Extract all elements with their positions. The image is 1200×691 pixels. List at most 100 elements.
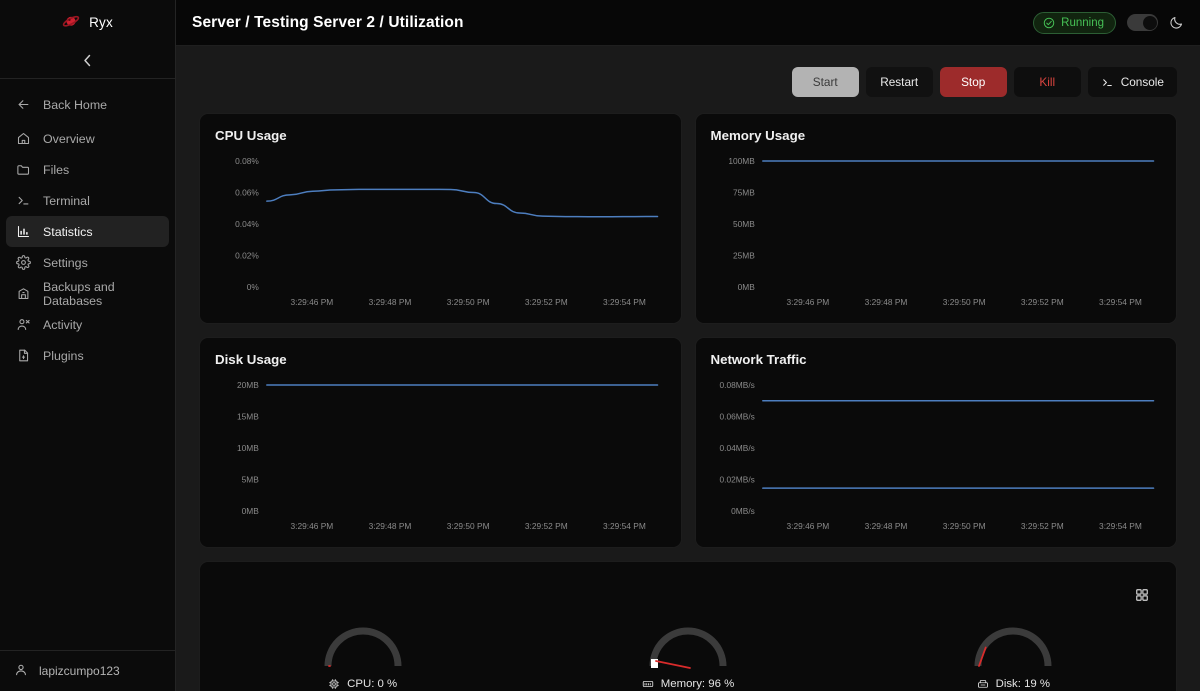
planet-icon	[62, 13, 80, 31]
bar-chart-icon	[16, 224, 31, 239]
sidebar-item-terminal[interactable]: Terminal	[6, 185, 169, 216]
sidebar-item-overview[interactable]: Overview	[6, 123, 169, 154]
sidebar-collapse-row	[0, 44, 175, 78]
svg-text:3:29:52 PM: 3:29:52 PM	[1020, 297, 1063, 307]
restart-button[interactable]: Restart	[865, 67, 933, 97]
gauge-label-row: Memory: 96 %	[642, 678, 734, 690]
plugin-icon	[16, 348, 31, 363]
stop-button[interactable]: Stop	[939, 67, 1007, 97]
gauge-dial	[974, 627, 1052, 667]
svg-text:3:29:50 PM: 3:29:50 PM	[942, 297, 985, 307]
button-label: Restart	[880, 75, 919, 89]
charts-grid: CPU Usage 0% 0.02% 0.04% 0.06% 0.08% 3:29:46 …	[199, 113, 1177, 548]
moon-icon[interactable]	[1169, 15, 1184, 30]
grid-icon[interactable]	[1135, 588, 1149, 602]
sidebar-item-label: Files	[43, 162, 70, 177]
user-activity-icon	[16, 317, 31, 332]
gauge-dial	[324, 627, 402, 667]
theme-toggle[interactable]	[1127, 14, 1158, 31]
terminal-icon	[1101, 76, 1114, 89]
kill-button[interactable]: Kill	[1013, 67, 1081, 97]
chart-network-traffic[interactable]: 0MB/s 0.02MB/s 0.04MB/s 0.06MB/s 0.08MB/s 3:2…	[711, 373, 1162, 537]
card-disk-usage: Disk Usage 0MB 5MB 10MB 15MB 20MB 3:29:46 PM 3…	[199, 337, 682, 548]
sidebar-item-activity[interactable]: Activity	[6, 309, 169, 340]
gauge-dial	[649, 627, 727, 669]
svg-text:0.06%: 0.06%	[235, 187, 259, 197]
home-icon	[16, 131, 31, 146]
status-badge-label: Running	[1061, 16, 1104, 29]
card-network-traffic: Network Traffic 0MB/s 0.02MB/s 0.04MB/s 0.0…	[694, 337, 1177, 548]
memory-icon	[642, 678, 654, 690]
sidebar-item-backups-and-databases[interactable]: Backups and Databases	[6, 278, 169, 309]
svg-text:0MB: 0MB	[737, 282, 755, 292]
console-button[interactable]: Console	[1087, 67, 1177, 97]
card-title: Disk Usage	[215, 352, 287, 367]
svg-text:0.06MB/s: 0.06MB/s	[719, 411, 754, 421]
gauge-panel: CPU: 0 % Memory: 96 % Disk: 19 %	[199, 561, 1177, 691]
main-area: Server / Testing Server 2 / Utilization …	[176, 0, 1200, 691]
sidebar-username: lapizcumpo123	[39, 664, 120, 678]
gauge-label-text: CPU: 0 %	[347, 678, 398, 690]
user-icon	[14, 663, 28, 680]
arrow-left-icon	[16, 97, 31, 112]
svg-text:3:29:48 PM: 3:29:48 PM	[864, 521, 907, 531]
svg-text:25MB: 25MB	[732, 250, 754, 260]
svg-text:3:29:46 PM: 3:29:46 PM	[786, 521, 829, 531]
svg-text:0MB/s: 0MB/s	[731, 506, 755, 516]
svg-text:0.02MB/s: 0.02MB/s	[719, 474, 754, 484]
sidebar-item-label: Back Home	[43, 97, 108, 112]
breadcrumb: Server / Testing Server 2 / Utilization	[192, 13, 464, 31]
svg-text:3:29:50 PM: 3:29:50 PM	[447, 521, 490, 531]
disk-icon	[977, 678, 989, 690]
sidebar-item-settings[interactable]: Settings	[6, 247, 169, 278]
cpu-icon	[328, 678, 340, 690]
sidebar-item-label: Overview	[43, 131, 95, 146]
chart-memory-usage[interactable]: 0MB 25MB 50MB 75MB 100MB 3:29:46 PM 3:29:48 PM…	[711, 149, 1162, 313]
svg-text:20MB: 20MB	[237, 380, 259, 390]
svg-text:3:29:46 PM: 3:29:46 PM	[290, 521, 333, 531]
svg-text:3:29:52 PM: 3:29:52 PM	[1020, 521, 1063, 531]
start-button[interactable]: Start	[791, 67, 859, 97]
sidebar-nav: Back Home Overview Files Terminal Statistics…	[0, 79, 175, 650]
button-label: Stop	[961, 75, 986, 89]
status-badge[interactable]: Running	[1033, 11, 1116, 34]
sidebar-item-label: Activity	[43, 317, 83, 332]
app-root: Ryx Back Home Overview Files Terminal Statis…	[0, 0, 1200, 691]
sidebar-item-label: Settings	[43, 255, 88, 270]
gauge-disk: Disk: 19 %	[851, 614, 1176, 690]
svg-text:15MB: 15MB	[237, 411, 259, 421]
button-label: Console	[1120, 75, 1164, 89]
sidebar-item-files[interactable]: Files	[6, 154, 169, 185]
sidebar-item-statistics[interactable]: Statistics	[6, 216, 169, 247]
chevron-left-icon[interactable]	[83, 54, 92, 69]
svg-text:0.02%: 0.02%	[235, 250, 259, 260]
sidebar-item-label: Backups and Databases	[43, 279, 115, 308]
svg-text:0.08%: 0.08%	[235, 156, 259, 166]
folder-icon	[16, 162, 31, 177]
svg-text:0.04%: 0.04%	[235, 219, 259, 229]
check-circle-icon	[1043, 17, 1055, 29]
svg-text:3:29:52 PM: 3:29:52 PM	[525, 521, 568, 531]
chart-disk-usage[interactable]: 0MB 5MB 10MB 15MB 20MB 3:29:46 PM 3:29:48 PM 3:…	[215, 373, 666, 537]
svg-text:0.08MB/s: 0.08MB/s	[719, 380, 754, 390]
terminal-icon	[16, 193, 31, 208]
gauge-label-text: Memory: 96 %	[660, 678, 735, 690]
sidebar-user[interactable]: lapizcumpo123	[0, 650, 175, 691]
svg-text:3:29:54 PM: 3:29:54 PM	[1099, 521, 1142, 531]
sidebar-item-plugins[interactable]: Plugins	[6, 340, 169, 371]
svg-text:0MB: 0MB	[242, 506, 260, 516]
gauge-label-row: CPU: 0 %	[328, 678, 397, 690]
sidebar-item-back-home[interactable]: Back Home	[6, 89, 169, 120]
svg-text:3:29:46 PM: 3:29:46 PM	[290, 297, 333, 307]
button-label: Start	[812, 75, 838, 89]
brand[interactable]: Ryx	[0, 0, 175, 44]
svg-text:3:29:50 PM: 3:29:50 PM	[447, 297, 490, 307]
gauge-list: CPU: 0 % Memory: 96 % Disk: 19 %	[200, 562, 1176, 691]
topbar: Server / Testing Server 2 / Utilization …	[176, 0, 1200, 46]
gauge-label-text: Disk: 19 %	[995, 678, 1051, 690]
svg-text:3:29:52 PM: 3:29:52 PM	[525, 297, 568, 307]
svg-text:3:29:54 PM: 3:29:54 PM	[603, 521, 646, 531]
chart-cpu-usage[interactable]: 0% 0.02% 0.04% 0.06% 0.08% 3:29:46 PM 3:29:48 …	[215, 149, 666, 313]
gauge-memory: Memory: 96 %	[525, 614, 850, 690]
svg-text:100MB: 100MB	[728, 156, 755, 166]
